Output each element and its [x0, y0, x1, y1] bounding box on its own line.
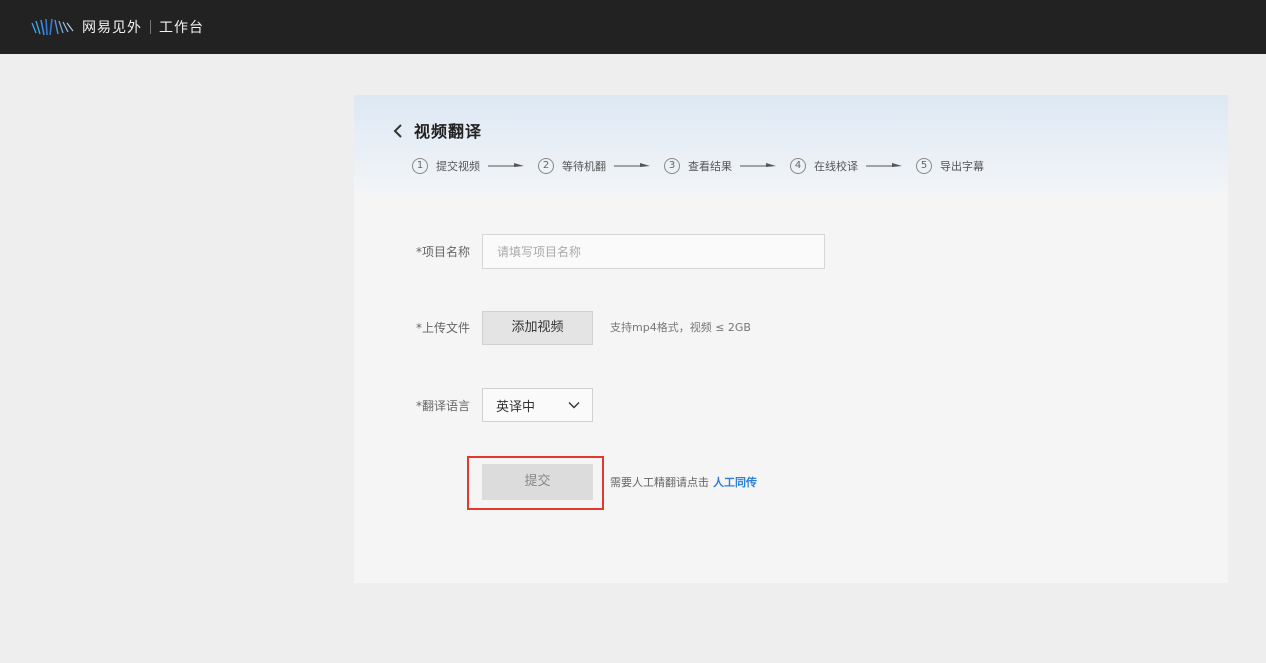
submit-hint-text: 需要人工精翻请点击 — [610, 476, 709, 489]
step-label: 导出字幕 — [940, 160, 984, 173]
submit-hint: 需要人工精翻请点击 人工同传 — [610, 476, 757, 490]
step-view-result: 3 查看结果 — [664, 158, 732, 174]
video-translate-card: 视频翻译 1 提交视频 2 等待机翻 3 查看结果 4 在线校译 5 导出字幕 … — [354, 95, 1228, 583]
chevron-left-icon — [393, 124, 402, 138]
wave-lines-logo-icon[interactable] — [30, 17, 76, 37]
step-number: 3 — [664, 158, 680, 174]
step-number: 5 — [916, 158, 932, 174]
upload-file-label: *上传文件 — [416, 321, 471, 335]
upload-hint: 支持mp4格式，视频 ≤ 2GB — [610, 321, 751, 334]
human-interpretation-link[interactable]: 人工同传 — [713, 476, 757, 490]
card-header: 视频翻译 1 提交视频 2 等待机翻 3 查看结果 4 在线校译 5 导出字幕 — [354, 95, 1228, 195]
project-name-label: *项目名称 — [416, 245, 471, 259]
step-wait-machine: 2 等待机翻 — [538, 158, 606, 174]
arrow-right-icon — [740, 163, 776, 167]
step-label: 等待机翻 — [562, 160, 606, 173]
chevron-down-icon — [568, 402, 580, 409]
arrow-right-icon — [614, 163, 650, 167]
step-online-proofread: 4 在线校译 — [790, 158, 858, 174]
add-video-button[interactable]: 添加视频 — [482, 311, 593, 345]
language-selected-value: 英译中 — [496, 399, 536, 415]
arrow-right-icon — [488, 163, 524, 167]
submit-button[interactable]: 提交 — [482, 464, 593, 500]
step-label: 在线校译 — [814, 160, 858, 173]
brand-divider — [150, 20, 151, 34]
step-label: 提交视频 — [436, 160, 480, 173]
progress-steps: 1 提交视频 2 等待机翻 3 查看结果 4 在线校译 5 导出字幕 — [412, 157, 984, 175]
step-number: 1 — [412, 158, 428, 174]
workspace-label[interactable]: 工作台 — [159, 17, 204, 37]
step-label: 查看结果 — [688, 160, 732, 173]
page-title: 视频翻译 — [414, 122, 483, 141]
top-bar: 网易见外 工作台 — [0, 0, 1266, 54]
step-number: 2 — [538, 158, 554, 174]
step-submit-video: 1 提交视频 — [412, 158, 480, 174]
arrow-right-icon — [866, 163, 902, 167]
step-export-subtitles: 5 导出字幕 — [916, 158, 984, 174]
step-number: 4 — [790, 158, 806, 174]
back-button[interactable] — [390, 121, 406, 141]
project-name-input[interactable] — [482, 234, 825, 269]
brand-name: 网易见外 — [82, 20, 142, 36]
language-select[interactable]: 英译中 — [482, 388, 593, 422]
translate-language-label: *翻译语言 — [416, 399, 471, 413]
